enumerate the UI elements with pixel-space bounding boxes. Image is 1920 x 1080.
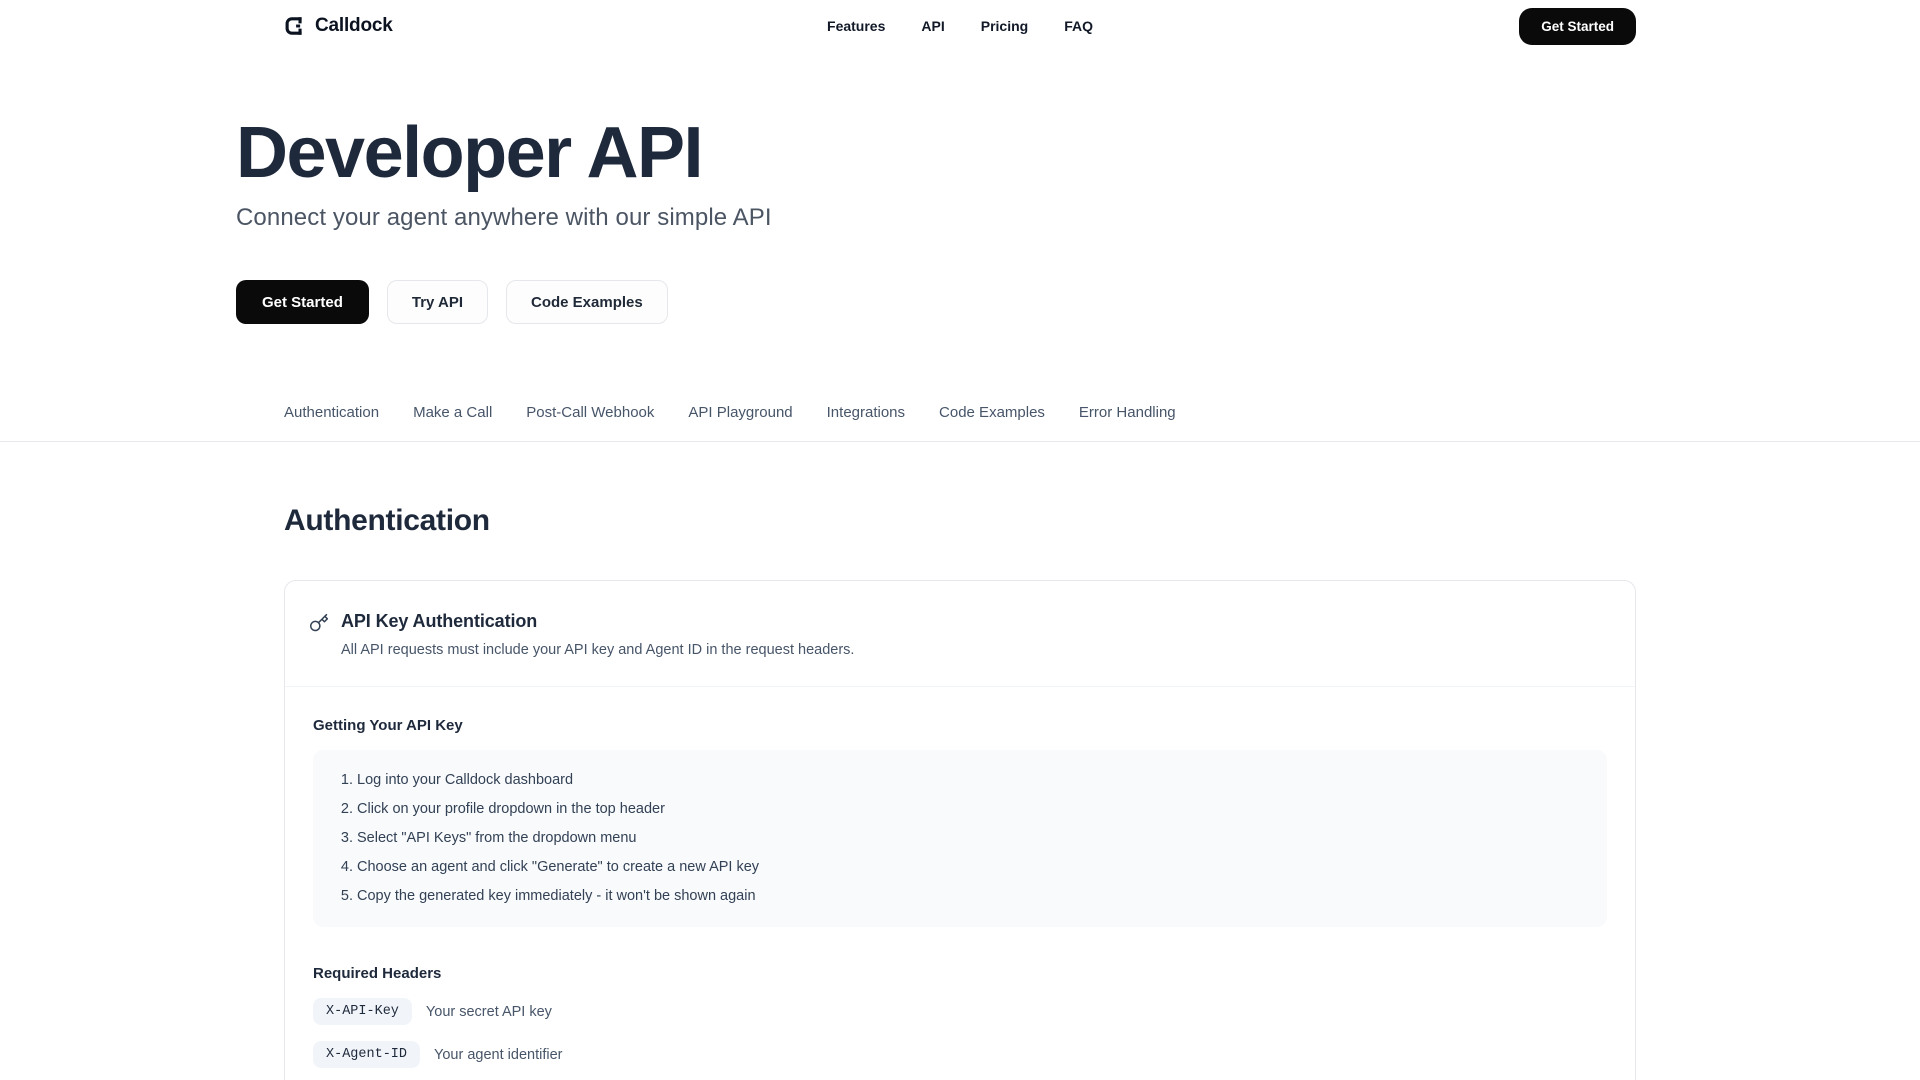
get-started-button[interactable]: Get Started bbox=[236, 280, 369, 324]
site-header: Calldock Features API Pricing FAQ Get St… bbox=[0, 0, 1920, 52]
nav-link-features[interactable]: Features bbox=[827, 18, 885, 34]
nav-link-api[interactable]: API bbox=[921, 18, 944, 34]
step-item: Choose an agent and click "Generate" to … bbox=[357, 853, 1583, 882]
tab-api-playground[interactable]: API Playground bbox=[688, 404, 792, 421]
step-item: Log into your Calldock dashboard bbox=[357, 766, 1583, 795]
card-title: API Key Authentication bbox=[341, 611, 854, 632]
hero-section: Developer API Connect your agent anywher… bbox=[0, 52, 1920, 324]
tab-code-examples[interactable]: Code Examples bbox=[939, 404, 1045, 421]
docs-content: Authentication API Key Authentication Al… bbox=[284, 504, 1636, 1080]
x-api-key-description: Your secret API key bbox=[426, 1004, 552, 1020]
tab-integrations[interactable]: Integrations bbox=[827, 404, 905, 421]
getting-api-key-heading: Getting Your API Key bbox=[313, 717, 1607, 734]
header-get-started-button[interactable]: Get Started bbox=[1519, 8, 1636, 45]
section-title-authentication: Authentication bbox=[284, 504, 1636, 538]
try-api-button[interactable]: Try API bbox=[387, 280, 488, 324]
required-headers-heading: Required Headers bbox=[313, 965, 1607, 982]
hero-actions: Get Started Try API Code Examples bbox=[236, 280, 1684, 324]
step-item: Click on your profile dropdown in the to… bbox=[357, 795, 1583, 824]
nav-link-pricing[interactable]: Pricing bbox=[981, 18, 1028, 34]
docs-tabbar: Authentication Make a Call Post-Call Web… bbox=[0, 404, 1920, 442]
card-description: All API requests must include your API k… bbox=[341, 642, 854, 658]
x-api-key-badge: X-API-Key bbox=[313, 998, 412, 1025]
api-key-authentication-card: API Key Authentication All API requests … bbox=[284, 580, 1636, 1080]
page-subtitle: Connect your agent anywhere with our sim… bbox=[236, 204, 1684, 232]
key-icon bbox=[309, 613, 329, 633]
step-item: Copy the generated key immediately - it … bbox=[357, 882, 1583, 911]
step-item: Select "API Keys" from the dropdown menu bbox=[357, 824, 1583, 853]
x-agent-id-description: Your agent identifier bbox=[434, 1047, 562, 1063]
calldock-logo-icon bbox=[284, 15, 306, 37]
tab-error-handling[interactable]: Error Handling bbox=[1079, 404, 1176, 421]
brand-name: Calldock bbox=[315, 15, 393, 37]
brand-logo[interactable]: Calldock bbox=[284, 15, 393, 37]
header-row-x-api-key: X-API-Key Your secret API key bbox=[313, 998, 1607, 1025]
code-examples-button[interactable]: Code Examples bbox=[506, 280, 668, 324]
nav-link-faq[interactable]: FAQ bbox=[1064, 18, 1093, 34]
main-nav: Features API Pricing FAQ bbox=[827, 18, 1093, 34]
tab-authentication[interactable]: Authentication bbox=[284, 404, 379, 421]
tab-make-a-call[interactable]: Make a Call bbox=[413, 404, 492, 421]
page-title: Developer API bbox=[236, 110, 1684, 196]
tab-post-call-webhook[interactable]: Post-Call Webhook bbox=[526, 404, 654, 421]
header-row-x-agent-id: X-Agent-ID Your agent identifier bbox=[313, 1041, 1607, 1068]
api-key-steps-box: Log into your Calldock dashboard Click o… bbox=[313, 750, 1607, 927]
x-agent-id-badge: X-Agent-ID bbox=[313, 1041, 420, 1068]
